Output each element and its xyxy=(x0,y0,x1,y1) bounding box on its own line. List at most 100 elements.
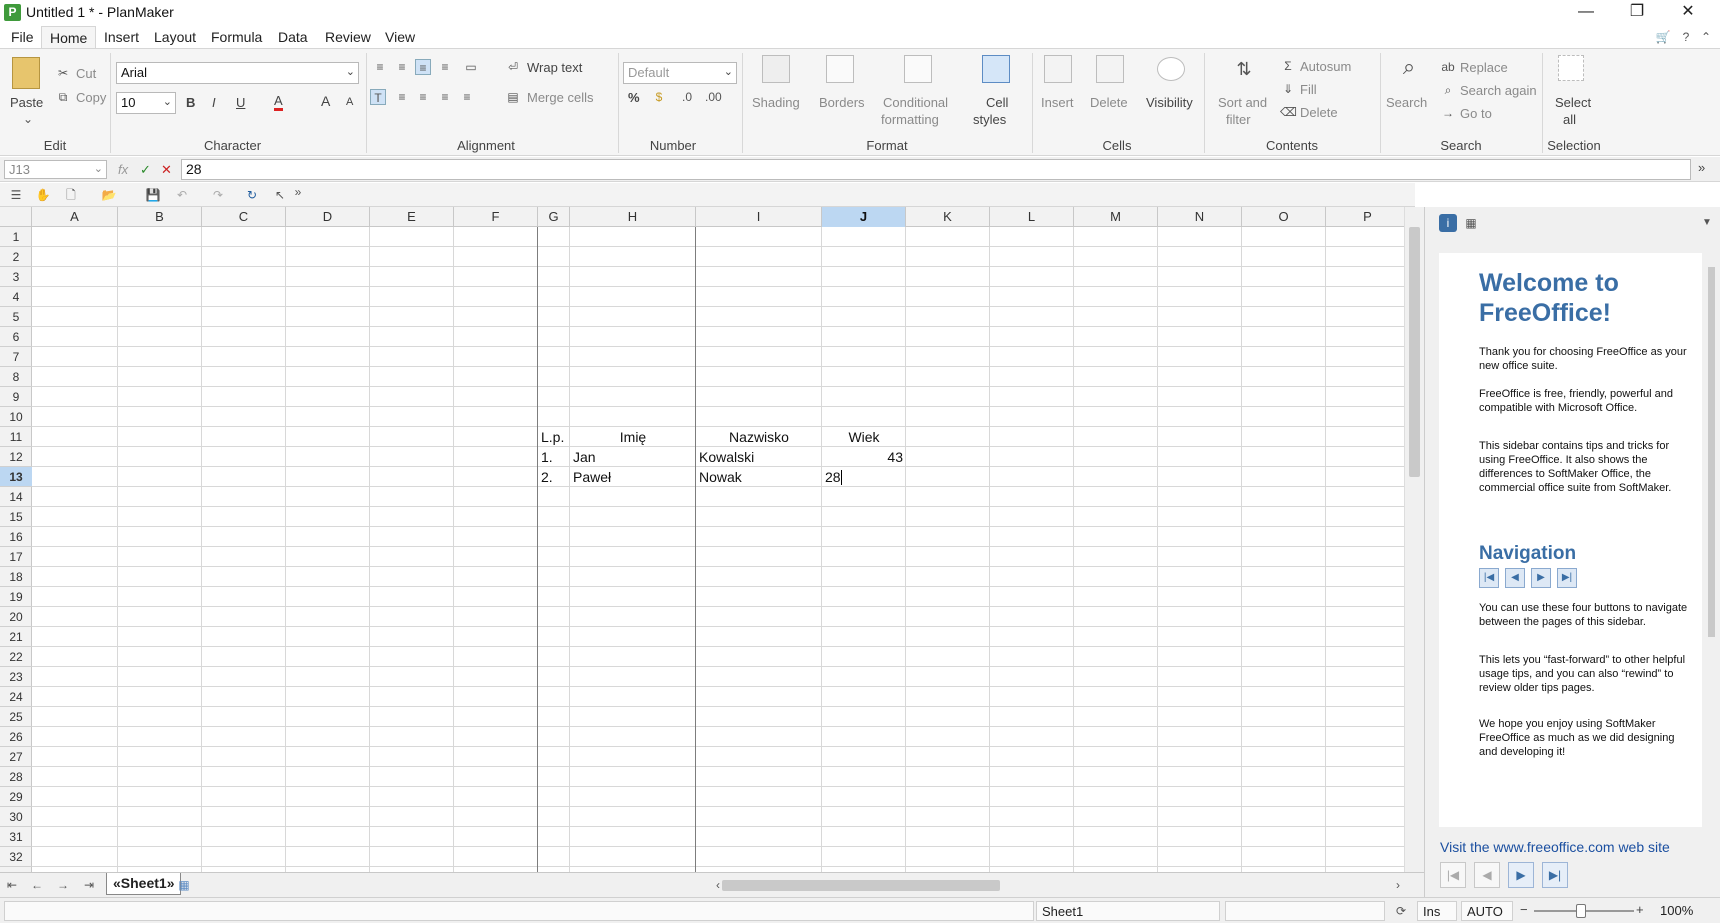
row-header-29[interactable]: 29 xyxy=(0,787,32,807)
help-icon[interactable]: ? xyxy=(1678,29,1694,45)
grow-font-button[interactable]: A xyxy=(321,93,330,109)
paste-dropdown-chevron-icon[interactable]: ⌄ xyxy=(20,111,36,127)
sidebar-last-page-icon[interactable]: ▶| xyxy=(1542,862,1568,888)
maximize-button[interactable]: ❐ xyxy=(1614,0,1660,26)
table-header-cell[interactable]: L.p. xyxy=(541,427,567,447)
align-left-icon[interactable]: ≡ xyxy=(394,89,410,105)
merge-cells-button[interactable]: Merge cells xyxy=(527,90,593,105)
table-data-cell[interactable]: Jan xyxy=(573,447,693,467)
status-calc-mode[interactable]: AUTO xyxy=(1461,901,1513,921)
cut-button[interactable]: Cut xyxy=(76,66,96,81)
delete-cells-button[interactable]: Delete xyxy=(1090,95,1128,110)
pointer-icon[interactable]: ↖ xyxy=(272,187,288,203)
eraser-icon[interactable]: ⌫ xyxy=(1280,104,1297,120)
column-header-b[interactable]: B xyxy=(118,207,202,227)
search-button[interactable]: Search xyxy=(1386,95,1427,110)
collapse-ribbon-icon[interactable]: ⌃ xyxy=(1698,29,1714,45)
borders-button[interactable]: Borders xyxy=(819,95,865,110)
table-data-cell[interactable]: 28 xyxy=(825,467,903,487)
sort-filter-label-2[interactable]: filter xyxy=(1226,112,1251,127)
search-again-icon[interactable]: ⌕ xyxy=(1440,82,1456,98)
nav-next-icon[interactable]: ▶ xyxy=(1531,568,1551,588)
column-header-j[interactable]: J xyxy=(822,207,906,227)
menu-insert[interactable]: Insert xyxy=(104,29,139,45)
row-header-20[interactable]: 20 xyxy=(0,607,32,627)
repeat-icon[interactable]: ↻ xyxy=(244,187,260,203)
scroll-right-icon[interactable]: › xyxy=(1390,877,1406,893)
close-button[interactable]: ✕ xyxy=(1665,0,1711,26)
row-header-13[interactable]: 13 xyxy=(0,467,32,487)
cell-styles-label-1[interactable]: Cell xyxy=(986,95,1008,110)
visibility-eye-icon[interactable] xyxy=(1157,57,1185,81)
add-sheet-icon[interactable]: ▦ xyxy=(176,877,192,893)
column-header-f[interactable]: F xyxy=(454,207,538,227)
select-all-icon[interactable] xyxy=(1558,55,1584,81)
row-header-14[interactable]: 14 xyxy=(0,487,32,507)
bold-button[interactable]: B xyxy=(186,95,195,110)
column-header-h[interactable]: H xyxy=(570,207,696,227)
column-header-c[interactable]: C xyxy=(202,207,286,227)
cart-icon[interactable]: 🛒 xyxy=(1655,29,1671,45)
previous-sheet-icon[interactable]: ← xyxy=(29,877,45,893)
row-header-18[interactable]: 18 xyxy=(0,567,32,587)
row-header-9[interactable]: 9 xyxy=(0,387,32,407)
go-to-icon[interactable]: → xyxy=(1440,105,1456,121)
zoom-out-button[interactable]: − xyxy=(1520,902,1528,917)
shading-button[interactable]: Shading xyxy=(752,95,800,110)
italic-button[interactable]: I xyxy=(212,95,216,110)
scissors-icon[interactable]: ✂ xyxy=(55,65,71,81)
freeoffice-website-link[interactable]: Visit the www.freeoffice.com web site xyxy=(1440,839,1670,855)
copy-icon[interactable]: ⧉ xyxy=(55,89,71,105)
sidebar-menu-chevron-icon[interactable]: ▼ xyxy=(1699,215,1715,231)
menu-view[interactable]: View xyxy=(385,29,415,45)
sidebar-scroll-thumb[interactable] xyxy=(1708,267,1715,637)
menu-layout[interactable]: Layout xyxy=(154,29,196,45)
shrink-font-button[interactable]: A xyxy=(346,96,353,108)
row-header-16[interactable]: 16 xyxy=(0,527,32,547)
table-header-cell[interactable]: Wiek xyxy=(825,427,903,447)
accept-icon[interactable]: ✓ xyxy=(140,162,151,178)
table-data-cell[interactable]: 43 xyxy=(825,447,903,467)
hand-icon[interactable]: ✋ xyxy=(35,187,51,203)
menu-home[interactable]: Home xyxy=(41,26,97,49)
table-header-cell[interactable]: Nazwisko xyxy=(699,427,819,447)
table-data-cell[interactable]: Kowalski xyxy=(699,447,819,467)
row-header-2[interactable]: 2 xyxy=(0,247,32,267)
copy-button[interactable]: Copy xyxy=(76,90,106,105)
table-header-cell[interactable]: Imię xyxy=(573,427,693,447)
row-header-32[interactable]: 32 xyxy=(0,847,32,867)
conditional-formatting-label-1[interactable]: Conditional xyxy=(883,95,948,110)
row-header-23[interactable]: 23 xyxy=(0,667,32,687)
formula-input[interactable]: 28 xyxy=(181,159,1691,180)
status-insert-mode[interactable]: Ins xyxy=(1417,901,1457,921)
zoom-slider-thumb[interactable] xyxy=(1576,904,1586,918)
table-data-cell[interactable]: Paweł xyxy=(573,467,693,487)
row-header-27[interactable]: 27 xyxy=(0,747,32,767)
insert-cells-button[interactable]: Insert xyxy=(1041,95,1074,110)
row-header-1[interactable]: 1 xyxy=(0,227,32,247)
sidebar-previous-page-icon[interactable]: ◀ xyxy=(1474,862,1500,888)
menu-file[interactable]: File xyxy=(11,29,34,45)
nav-first-icon[interactable]: |◀ xyxy=(1479,568,1499,588)
underline-button[interactable]: U xyxy=(236,95,245,110)
wrap-text-icon[interactable]: ⏎ xyxy=(505,59,521,75)
last-sheet-icon[interactable]: ⇥ xyxy=(81,877,97,893)
nav-last-icon[interactable]: ▶| xyxy=(1557,568,1577,588)
sidebar-next-page-icon[interactable]: ▶ xyxy=(1508,862,1534,888)
column-header-o[interactable]: O xyxy=(1242,207,1326,227)
autosum-button[interactable]: Autosum xyxy=(1300,59,1351,74)
sidebar-first-page-icon[interactable]: |◀ xyxy=(1440,862,1466,888)
menu-data[interactable]: Data xyxy=(278,29,308,45)
cell-styles-icon[interactable] xyxy=(982,55,1010,83)
font-color-button[interactable]: A xyxy=(274,93,283,111)
spreadsheet-grid[interactable]: ABCDEFGHIJKLMNOP 1 2 3 4 5 6 7 8 9 10 11 12 13 14 15 16… xyxy=(0,207,1404,872)
delete-contents-button[interactable]: Delete xyxy=(1300,105,1338,120)
sheet-tab-sheet1[interactable]: «Sheet1» xyxy=(106,873,182,895)
sort-filter-label-1[interactable]: Sort and xyxy=(1218,95,1267,110)
horizontal-scroll-thumb[interactable] xyxy=(722,880,1000,891)
font-name-combo[interactable]: Arial ⌄ xyxy=(116,62,359,84)
insert-cells-icon[interactable] xyxy=(1044,55,1072,83)
fill-icon[interactable]: ⇓ xyxy=(1280,81,1296,97)
column-header-g[interactable]: G xyxy=(538,207,570,227)
open-folder-icon[interactable]: 📂 xyxy=(101,187,117,203)
